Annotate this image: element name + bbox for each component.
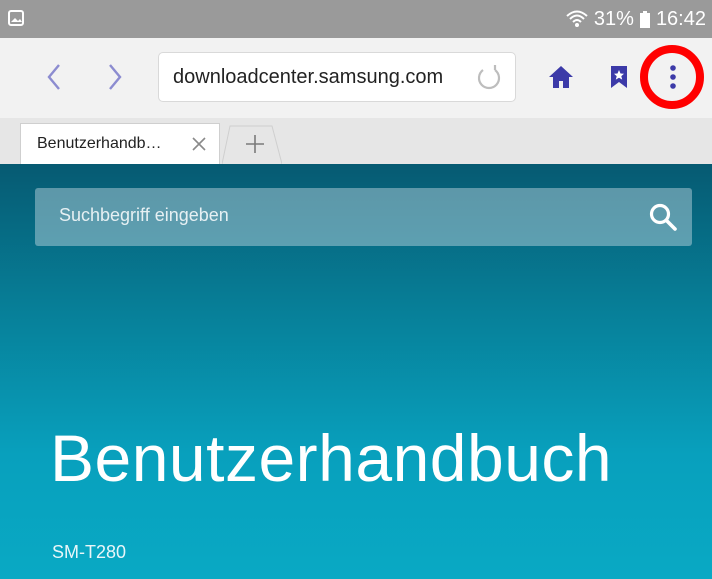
browser-window: 31% 16:42 downloadcenter.samsung.com Ben…	[0, 0, 712, 579]
wifi-icon	[566, 10, 588, 27]
search-input[interactable]: Suchbegriff eingeben	[35, 188, 692, 246]
model-number: SM-T280	[52, 542, 127, 562]
browser-toolbar: downloadcenter.samsung.com	[0, 38, 712, 118]
forward-icon	[109, 64, 122, 90]
close-icon[interactable]	[189, 134, 209, 154]
url-text: downloadcenter.samsung.com	[173, 66, 444, 88]
status-bar: 31% 16:42	[0, 0, 712, 38]
bookmark-button[interactable]	[601, 58, 637, 96]
status-indicators: 31% 16:42	[566, 6, 706, 32]
home-icon	[549, 66, 573, 88]
address-bar[interactable]: downloadcenter.samsung.com	[158, 52, 516, 102]
new-tab-button[interactable]	[222, 124, 282, 164]
page-title: Benutzerhandbuch	[50, 421, 613, 495]
search-icon[interactable]	[648, 202, 678, 232]
page-content: Suchbegriff eingeben Benutzerhandbuch SM…	[0, 164, 712, 579]
tab-label: Benutzerhandb…	[37, 135, 162, 152]
clock: 16:42	[655, 7, 706, 30]
highlight-circle	[640, 45, 704, 109]
back-button[interactable]	[37, 60, 71, 94]
bookmark-icon	[611, 66, 627, 88]
tab-bar: Benutzerhandb…	[0, 118, 712, 165]
gallery-icon	[8, 10, 24, 26]
reload-icon[interactable]	[475, 64, 503, 92]
battery-percent: 31%	[593, 7, 634, 30]
tab-benutzerhandbuch[interactable]: Benutzerhandb…	[20, 123, 220, 164]
back-icon	[47, 64, 60, 90]
forward-button[interactable]	[98, 60, 132, 94]
battery-icon	[639, 10, 650, 28]
search-placeholder: Suchbegriff eingeben	[59, 205, 229, 225]
home-button[interactable]	[543, 58, 579, 96]
